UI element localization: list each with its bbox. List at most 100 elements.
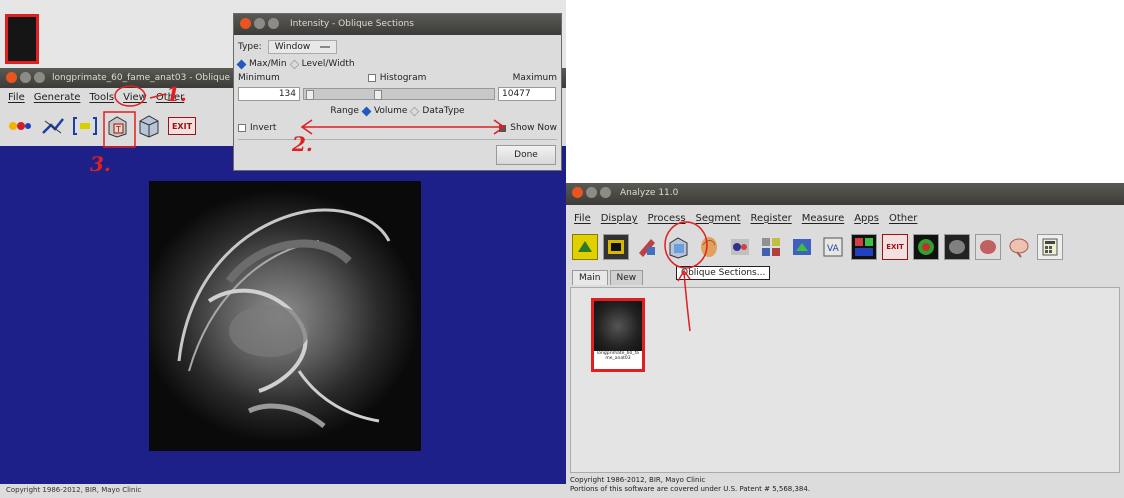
multi-view-icon[interactable]	[758, 234, 784, 260]
range-label: Range	[330, 106, 359, 116]
left-status-bar: Copyright 1986-2012, BIR, Mayo Clinic	[0, 484, 566, 498]
cube-grid-icon[interactable]	[136, 113, 162, 139]
intensity-title: Intensity - Oblique Sections	[290, 19, 414, 29]
annotation-step1: 1.	[166, 82, 187, 106]
close-icon[interactable]	[6, 72, 17, 83]
roi-icon[interactable]	[851, 234, 877, 260]
dialog-minimize-icon[interactable]	[254, 18, 265, 29]
analyze-window: Analyze 11.0 File Display Process Segmen…	[566, 183, 1124, 498]
maximum-input[interactable]: 10477	[498, 87, 556, 101]
done-button[interactable]: Done	[496, 145, 556, 165]
labels-row: Minimum Histogram Maximum	[234, 72, 561, 84]
analyze-status-bar: Copyright 1986-2012, BIR, Mayo Clinic Po…	[566, 473, 1124, 498]
dropdown-icon	[320, 46, 331, 48]
image-edit-icon[interactable]	[634, 234, 660, 260]
mode-maxmin-label: Max/Min	[249, 59, 287, 69]
menu-generate[interactable]: Generate	[34, 92, 81, 103]
brain-gray-icon[interactable]	[944, 234, 970, 260]
done-label: Done	[514, 150, 538, 160]
color-dots-icon[interactable]	[6, 113, 34, 139]
surface-grid-icon[interactable]	[727, 234, 753, 260]
tab-new-label: New	[616, 273, 637, 283]
intensity-dialog: Intensity - Oblique Sections Type: Windo…	[233, 13, 562, 171]
analyze-close-icon[interactable]	[572, 187, 583, 198]
curve-tool-icon[interactable]	[40, 113, 66, 139]
menu-file[interactable]: File	[8, 92, 25, 103]
intensity-title-bar[interactable]: Intensity - Oblique Sections	[234, 14, 561, 35]
annotation-double-arrow	[300, 119, 506, 135]
annotation-step2: 2.	[292, 132, 313, 156]
histogram-checkbox[interactable]	[367, 74, 376, 82]
range-row: Range Volume DataType	[234, 105, 561, 117]
analyze-menubar: File Display Process Segment Register Me…	[566, 209, 1124, 227]
data-grid-icon[interactable]	[603, 234, 629, 260]
slider-row: 134 10477	[234, 86, 561, 102]
mode-row: Max/Min Level/Width	[234, 58, 561, 70]
annotation-box-oblique-tool	[103, 111, 136, 148]
calculator-icon[interactable]	[1037, 234, 1063, 260]
radio-maxmin[interactable]	[236, 59, 247, 69]
tab-new[interactable]: New	[609, 270, 644, 285]
maximum-label: Maximum	[512, 73, 557, 83]
annotation-step1-dash	[149, 93, 167, 99]
invert-checkbox[interactable]	[238, 124, 246, 132]
analyze-menu-apps[interactable]: Apps	[854, 213, 879, 224]
annotation-arrow-up	[677, 269, 691, 332]
voi-icon[interactable]: VA	[820, 234, 846, 260]
analyze-exit-icon[interactable]: EXIT	[882, 234, 908, 260]
intensity-slider[interactable]	[303, 88, 495, 100]
minimize-icon[interactable]	[20, 72, 31, 83]
analyze-menu-file[interactable]: File	[574, 213, 591, 224]
type-label: Type:	[238, 42, 262, 52]
analyze-menu-register[interactable]: Register	[751, 213, 792, 224]
mode-levelwidth-label: Level/Width	[301, 59, 355, 69]
tab-main-label: Main	[579, 273, 601, 283]
load-data-icon[interactable]	[572, 234, 598, 260]
type-select-value: Window	[274, 42, 311, 52]
region-tool-icon[interactable]	[789, 234, 815, 260]
analyze-menu-other[interactable]: Other	[889, 213, 917, 224]
invert-label: Invert	[250, 123, 277, 133]
svg-text:VA: VA	[827, 244, 840, 254]
volume-thumbnail[interactable]: longprimate_60_fa me_anat03	[591, 298, 645, 372]
range-datatype-label: DataType	[422, 106, 465, 116]
mri-sagittal-image[interactable]	[149, 181, 421, 451]
brain-color-icon[interactable]	[913, 234, 939, 260]
slider-thumb-min[interactable]	[306, 90, 314, 100]
analyze-toolbar: VA EXIT	[566, 229, 1124, 265]
brain-surface-icon[interactable]	[1006, 234, 1032, 260]
analyze-minimize-icon[interactable]	[586, 187, 597, 198]
analyze-tabs: Main New	[572, 270, 644, 285]
analyze-copyright-line2: Portions of this software are covered un…	[570, 485, 811, 493]
slider-thumb-max[interactable]	[374, 90, 382, 100]
radio-levelwidth[interactable]	[289, 59, 300, 69]
left-copyright-text: Copyright 1986-2012, BIR, Mayo Clinic	[6, 486, 142, 494]
maximize-icon[interactable]	[34, 72, 45, 83]
dialog-close-icon[interactable]	[240, 18, 251, 29]
brain-heatmap-icon[interactable]	[975, 234, 1001, 260]
volume-thumbnail-image	[594, 301, 642, 351]
radio-datatype[interactable]	[409, 106, 420, 116]
slice-bracket-icon[interactable]	[72, 113, 98, 139]
type-row: Type: Window	[234, 39, 561, 55]
radio-volume[interactable]	[361, 106, 372, 116]
menu-tools[interactable]: Tools	[89, 92, 114, 103]
minimum-label: Minimum	[238, 73, 280, 83]
oblique-view-canvas[interactable]	[0, 146, 566, 484]
annotation-circle-view	[114, 85, 146, 107]
analyze-title-bar[interactable]: Analyze 11.0	[566, 183, 1124, 205]
minimum-input[interactable]: 134	[238, 87, 300, 101]
analyze-menu-measure[interactable]: Measure	[802, 213, 845, 224]
analyze-maximize-icon[interactable]	[600, 187, 611, 198]
annotation-circle-oblique	[664, 221, 708, 269]
analyze-title: Analyze 11.0	[620, 188, 679, 198]
dialog-divider	[238, 139, 557, 140]
range-volume-label: Volume	[373, 106, 408, 116]
tab-main[interactable]: Main	[572, 270, 608, 285]
exit-icon[interactable]: EXIT	[168, 117, 196, 135]
dialog-maximize-icon[interactable]	[268, 18, 279, 29]
type-select[interactable]: Window	[267, 40, 338, 54]
analyze-menu-display[interactable]: Display	[601, 213, 638, 224]
annotation-step3: 3.	[90, 152, 111, 176]
background-thumbnail[interactable]	[5, 14, 39, 64]
